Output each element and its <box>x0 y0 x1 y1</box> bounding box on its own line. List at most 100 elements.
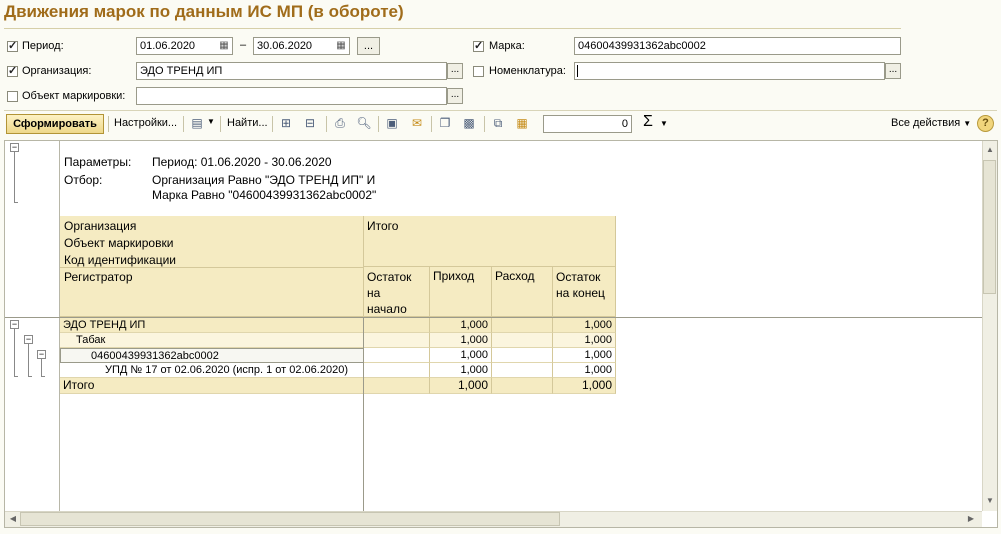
toolbar-separator <box>431 116 432 132</box>
collapse-icon[interactable]: − <box>10 143 19 152</box>
table-row[interactable]: ЭДО ТРЕНД ИП 1,000 1,000 <box>60 318 616 333</box>
settings-button[interactable]: Настройки... <box>114 117 177 129</box>
toolbar-separator <box>326 116 327 132</box>
tree-line <box>14 376 18 377</box>
organization-select-button[interactable]: ... <box>447 63 463 79</box>
header-total-cell <box>364 216 616 267</box>
params-label: Параметры: <box>64 155 132 169</box>
tree-line <box>41 376 45 377</box>
nomenclature-input[interactable] <box>574 62 885 80</box>
tree-line <box>28 376 32 377</box>
period-more-button[interactable]: ... <box>357 37 380 55</box>
nomenclature-label: Номенклатура: <box>489 65 566 77</box>
copy-icon[interactable]: ⧉ <box>490 115 506 131</box>
filter-line-1: Организация Равно "ЭДО ТРЕНД ИП" И <box>152 173 376 187</box>
preview-icon[interactable]: 🔍︎ <box>356 115 372 131</box>
expand-groups-icon[interactable]: ⊞ <box>278 115 294 131</box>
collapse-icon[interactable]: − <box>37 350 46 359</box>
row-closing: 1,000 <box>553 333 616 348</box>
header-registrar: Регистратор <box>64 270 133 284</box>
chevron-down-icon[interactable]: ▼ <box>207 117 215 126</box>
marka-input[interactable]: 04600439931362abc0002 <box>574 37 901 55</box>
row-closing: 1,000 <box>553 348 616 363</box>
marka-checkbox[interactable] <box>473 39 484 52</box>
variants-icon[interactable]: ▤ <box>189 115 205 131</box>
period-checkbox[interactable] <box>7 39 18 52</box>
marka-label: Марка: <box>489 40 525 52</box>
toolbar-separator <box>183 116 184 132</box>
object-checkbox[interactable] <box>7 91 18 102</box>
row-opening <box>364 348 430 363</box>
total-row[interactable]: Итого 1,000 1,000 <box>60 378 616 394</box>
scroll-left-icon[interactable]: ◀ <box>6 512 20 526</box>
settings-save-icon[interactable]: ▩ <box>461 115 477 131</box>
tree-line <box>28 344 29 376</box>
header-in: Приход <box>433 269 475 283</box>
calendar-icon[interactable]: ▦ <box>334 39 348 53</box>
header-code: Код идентификации <box>64 253 176 267</box>
table-row[interactable]: 04600439931362abc0002 1,000 1,000 <box>60 348 616 363</box>
header-total: Итого <box>367 219 399 233</box>
toolbar-separator <box>108 116 109 132</box>
period-label: Период: <box>22 40 64 52</box>
total-out <box>492 378 553 394</box>
row-name: Табак <box>60 333 364 348</box>
row-name: 04600439931362abc0002 <box>60 348 364 363</box>
toolbar-separator <box>378 116 379 132</box>
organization-input[interactable]: ЭДО ТРЕНД ИП <box>136 62 447 80</box>
filter-line-2: Марка Равно "04600439931362abc0002" <box>152 188 377 202</box>
object-input[interactable] <box>136 87 447 105</box>
toolbar-separator <box>484 116 485 132</box>
sum-field[interactable]: 0 <box>543 115 632 133</box>
total-in: 1,000 <box>430 378 492 394</box>
collapse-icon[interactable]: − <box>24 335 33 344</box>
horizontal-scroll-thumb[interactable] <box>20 512 560 526</box>
sigma-icon[interactable]: Σ <box>643 113 653 131</box>
mail-icon[interactable]: ✉ <box>409 115 425 131</box>
row-opening <box>364 318 430 333</box>
calendar-icon[interactable]: ▦ <box>217 39 231 53</box>
chevron-down-icon[interactable]: ▼ <box>660 119 668 128</box>
save-icon[interactable]: ▣ <box>384 115 400 131</box>
table-row[interactable]: УПД № 17 от 02.06.2020 (испр. 1 от 02.06… <box>60 363 616 378</box>
find-button[interactable]: Найти... <box>227 117 268 129</box>
row-in: 1,000 <box>430 333 492 348</box>
header-object: Объект маркировки <box>64 236 174 250</box>
copy-report-icon[interactable]: ❐ <box>437 115 453 131</box>
row-out <box>492 363 553 378</box>
toolbar-separator <box>272 116 273 132</box>
row-name: УПД № 17 от 02.06.2020 (испр. 1 от 02.06… <box>60 363 364 378</box>
scroll-down-icon[interactable]: ▼ <box>983 494 997 508</box>
header-closing: Остаток на конец <box>556 270 605 300</box>
page-title: Движения марок по данным ИС МП (в оборот… <box>4 2 404 21</box>
total-closing: 1,000 <box>553 378 616 394</box>
vertical-scroll-thumb[interactable] <box>983 160 996 294</box>
header-out: Расход <box>495 269 535 283</box>
scroll-up-icon[interactable]: ▲ <box>983 143 997 157</box>
toolbar-separator <box>220 116 221 132</box>
row-out <box>492 333 553 348</box>
object-select-button[interactable]: ... <box>447 88 463 104</box>
nomenclature-checkbox[interactable] <box>473 66 484 77</box>
all-actions-menu[interactable]: Все действия ▼ <box>891 117 971 129</box>
freeze-column-line <box>363 318 364 511</box>
paste-icon[interactable]: ▦ <box>514 115 530 131</box>
total-name: Итого <box>60 378 364 394</box>
tree-line <box>14 152 15 202</box>
generate-button[interactable]: Сформировать <box>6 114 104 134</box>
header-opening: Остаток на начало <box>367 270 412 316</box>
row-in: 1,000 <box>430 363 492 378</box>
row-out <box>492 348 553 363</box>
organization-label: Организация: <box>22 65 92 77</box>
row-opening <box>364 333 430 348</box>
scroll-right-icon[interactable]: ▶ <box>964 512 978 526</box>
table-row[interactable]: Табак 1,000 1,000 <box>60 333 616 348</box>
collapse-groups-icon[interactable]: ⊟ <box>302 115 318 131</box>
params-value: Период: 01.06.2020 - 30.06.2020 <box>152 155 332 169</box>
tree-line <box>14 329 15 376</box>
print-icon[interactable]: ⎙ <box>332 115 348 131</box>
collapse-icon[interactable]: − <box>10 320 19 329</box>
nomenclature-select-button[interactable]: ... <box>885 63 901 79</box>
help-button[interactable]: ? <box>977 115 994 132</box>
organization-checkbox[interactable] <box>7 64 18 77</box>
